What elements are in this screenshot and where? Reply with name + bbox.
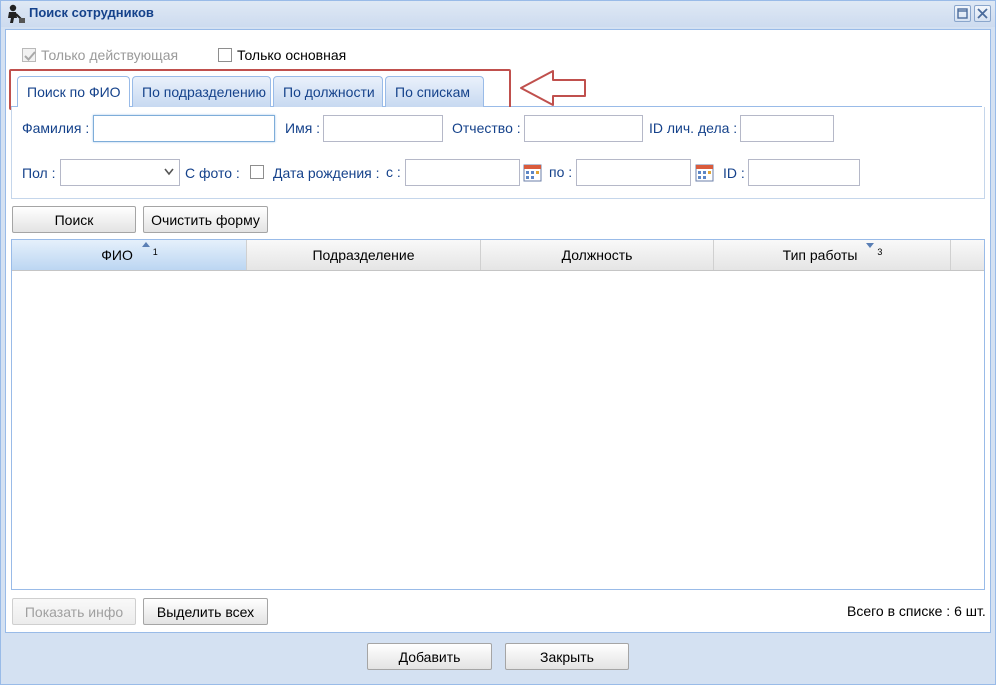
- maximize-icon: [957, 8, 968, 19]
- window-title: Поиск сотрудников: [29, 5, 154, 20]
- sort-desc-icon: [866, 243, 875, 248]
- grid-body[interactable]: [12, 271, 984, 589]
- sort-order: 1: [152, 247, 158, 257]
- only-main-label: Только основная: [237, 47, 347, 63]
- tab-label: По подразделению: [142, 84, 266, 100]
- column-header-spacer: [951, 240, 984, 270]
- tab-by-lists[interactable]: По спискам: [385, 76, 484, 107]
- only-active-checkbox[interactable]: [22, 48, 36, 62]
- column-label: Тип работы: [782, 247, 858, 263]
- add-button[interactable]: Добавить: [367, 643, 492, 670]
- calendar-icon[interactable]: [523, 163, 543, 183]
- search-form: Фамилия : Имя : Отчество : ID лич. дела …: [11, 107, 985, 199]
- close-icon: [977, 8, 988, 19]
- tab-label: По должности: [283, 84, 375, 100]
- name-input[interactable]: [323, 115, 443, 142]
- column-header-work-type[interactable]: Тип работы 3: [714, 240, 951, 270]
- date-to-label: по :: [549, 164, 573, 180]
- only-active-label: Только действующая: [41, 47, 179, 63]
- surname-label: Фамилия :: [22, 120, 90, 136]
- search-tabs: Поиск по ФИО По подразделению По должнос…: [11, 71, 982, 108]
- name-label: Имя :: [285, 120, 321, 136]
- date-to-input[interactable]: [576, 159, 691, 186]
- id-label: ID :: [723, 165, 745, 181]
- tab-by-department[interactable]: По подразделению: [132, 76, 271, 107]
- worker-icon: [4, 3, 26, 25]
- case-id-input[interactable]: [740, 115, 834, 142]
- employee-search-window: Поиск сотрудников Только действующая Тол…: [0, 0, 996, 685]
- sort-order: 3: [877, 247, 883, 257]
- birth-date-label: Дата рождения :: [273, 165, 380, 181]
- with-photo-checkbox[interactable]: [250, 165, 264, 179]
- patronymic-label: Отчество :: [452, 120, 521, 136]
- search-button[interactable]: Поиск: [12, 206, 136, 233]
- calendar-icon[interactable]: [695, 163, 715, 183]
- tab-by-position[interactable]: По должности: [273, 76, 383, 107]
- date-from-label: с :: [386, 164, 401, 180]
- close-button[interactable]: [974, 5, 991, 22]
- title-bar[interactable]: Поиск сотрудников: [1, 1, 995, 27]
- column-header-department[interactable]: Подразделение: [247, 240, 481, 270]
- photo-label: С фото :: [185, 165, 240, 181]
- id-input[interactable]: [748, 159, 860, 186]
- show-info-button[interactable]: Показать инфо: [12, 598, 136, 625]
- dialog-button-bar: [5, 635, 991, 683]
- tab-label: Поиск по ФИО: [27, 84, 121, 100]
- gender-label: Пол :: [22, 165, 56, 181]
- patronymic-input[interactable]: [524, 115, 643, 142]
- only-main-checkbox[interactable]: [218, 48, 232, 62]
- gender-select[interactable]: [60, 159, 180, 186]
- tab-search-by-name[interactable]: Поиск по ФИО: [17, 76, 130, 108]
- sort-asc-icon: [141, 242, 150, 247]
- total-count: Всего в списке : 6 шт.: [847, 603, 986, 619]
- column-label: Должность: [561, 247, 633, 263]
- date-from-input[interactable]: [405, 159, 520, 186]
- column-header-position[interactable]: Должность: [481, 240, 714, 270]
- surname-input[interactable]: [93, 115, 275, 142]
- case-id-label: ID лич. дела :: [649, 120, 738, 136]
- close-dialog-button[interactable]: Закрыть: [505, 643, 629, 670]
- maximize-button[interactable]: [954, 5, 971, 22]
- results-grid: ФИО 1 Подразделение Должность Тип работы: [11, 239, 985, 590]
- checkmark-icon: [24, 51, 36, 61]
- select-all-button[interactable]: Выделить всех: [143, 598, 268, 625]
- clear-form-button[interactable]: Очистить форму: [143, 206, 268, 233]
- chevron-down-icon: [164, 168, 174, 176]
- column-label: Подразделение: [312, 247, 415, 263]
- tab-label: По спискам: [395, 84, 470, 100]
- column-header-fio[interactable]: ФИО 1: [12, 240, 247, 270]
- column-label: ФИО: [101, 247, 133, 263]
- grid-header: ФИО 1 Подразделение Должность Тип работы: [12, 240, 984, 271]
